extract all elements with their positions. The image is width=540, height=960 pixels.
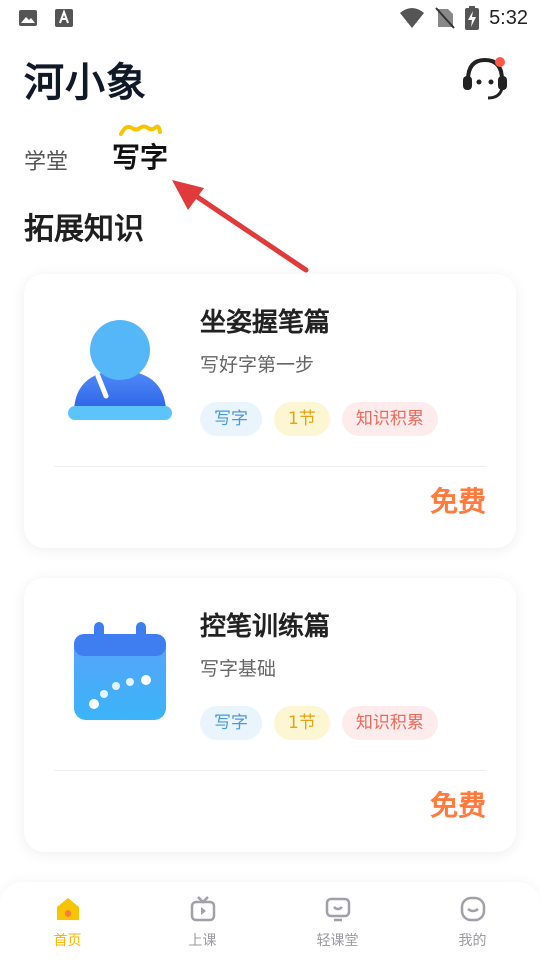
- course-title: 控笔训练篇: [200, 612, 331, 642]
- tab-writing[interactable]: 写字: [112, 136, 168, 176]
- course-tags: 写字 1节 知识积累: [200, 402, 438, 436]
- calendar-icon: [74, 622, 166, 720]
- tag-type: 知识积累: [341, 706, 438, 740]
- course-title: 坐姿握笔篇: [200, 308, 331, 338]
- tag-lessons: 1节: [274, 402, 330, 436]
- nav-class[interactable]: 上课: [135, 882, 270, 960]
- course-card[interactable]: 坐姿握笔篇 写好字第一步 写字 1节 知识积累 免费: [24, 274, 516, 548]
- status-bar: 5:32: [0, 0, 540, 36]
- tv-play-icon: [190, 896, 215, 922]
- nav-label: 轻课堂: [316, 933, 359, 949]
- section-title: 拓展知识: [24, 212, 144, 247]
- wifi-icon: [400, 8, 425, 28]
- course-card[interactable]: 控笔训练篇 写字基础 写字 1节 知识积累 免费: [24, 578, 516, 852]
- tag-type: 知识积累: [341, 402, 438, 436]
- nav-home[interactable]: 首页: [0, 882, 135, 960]
- annotation-arrow: [172, 180, 309, 273]
- no-sim-icon: [435, 7, 455, 29]
- app-title: 河小象: [24, 60, 147, 106]
- nav-light-class[interactable]: 轻课堂: [270, 882, 405, 960]
- profile-icon: [460, 896, 485, 922]
- price-label: 免费: [429, 789, 486, 822]
- home-icon: [56, 898, 79, 920]
- bottom-nav: 首页 上课 轻课堂 我的: [0, 882, 540, 960]
- font-a-icon: [55, 9, 73, 27]
- status-time: 5:32: [489, 6, 528, 29]
- nav-profile[interactable]: 我的: [405, 882, 540, 960]
- battery-charging-icon: [465, 6, 480, 30]
- divider: [54, 770, 486, 771]
- tag-lessons: 1节: [274, 706, 330, 740]
- course-tags: 写字 1节 知识积累: [200, 706, 438, 740]
- divider: [54, 466, 486, 467]
- image-icon: [19, 10, 37, 26]
- tag-category: 写字: [200, 402, 262, 436]
- nav-label: 首页: [53, 933, 82, 949]
- customer-service-icon[interactable]: [458, 54, 512, 102]
- nav-label: 我的: [458, 933, 487, 949]
- nav-label: 上课: [188, 933, 217, 949]
- light-class-icon: [325, 897, 350, 922]
- tag-category: 写字: [200, 706, 262, 740]
- course-subtitle: 写字基础: [200, 658, 277, 680]
- sitting-posture-icon: [68, 320, 172, 420]
- price-label: 免费: [429, 485, 486, 518]
- tab-study[interactable]: 学堂: [24, 144, 68, 176]
- course-subtitle: 写好字第一步: [200, 354, 315, 376]
